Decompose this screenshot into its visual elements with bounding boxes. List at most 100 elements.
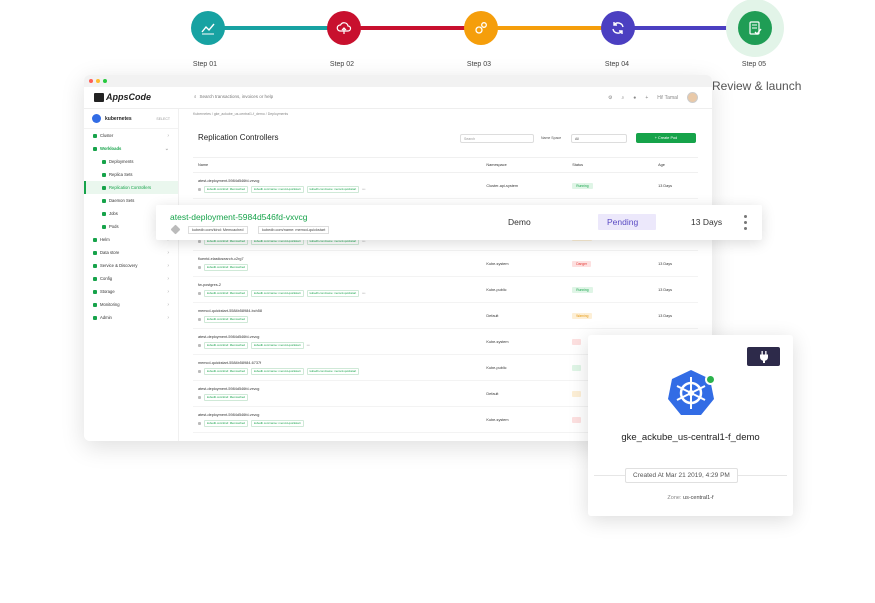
step-5-label: Step 05	[741, 61, 767, 68]
row-name[interactable]: atest-deployment-5984d546fd-vxvcg	[198, 387, 486, 391]
sidebar-item[interactable]: Monitoring ›	[84, 298, 178, 311]
col-status-header[interactable]: Status	[572, 163, 658, 167]
row-name[interactable]: memcd-quickstart-5584b58984-6737f	[198, 361, 486, 365]
global-search[interactable]: ⌕ Search transactions, invoices or help	[194, 94, 273, 99]
sidebar-item-label: Deployments	[109, 159, 134, 164]
avatar[interactable]	[687, 92, 698, 103]
step-5[interactable]	[738, 11, 772, 45]
step-2[interactable]	[327, 11, 361, 45]
sidebar-item-label: Cluster	[100, 133, 114, 138]
row-age: 13 Days	[658, 261, 673, 266]
sidebar-item-icon	[93, 250, 97, 255]
row-namespace: Kube-system	[486, 261, 509, 266]
sidebar-item-icon	[93, 276, 97, 281]
row-tag: kubedb.com/name: memcd-quickstart	[250, 341, 304, 349]
row-status-cell: Running	[572, 286, 658, 293]
sidebar-item[interactable]: Config ›	[84, 272, 178, 285]
row-tag: kubedb.com/kind: Memcached	[204, 185, 248, 193]
row-tag: kubedb.com/name: memcd-quickstart	[306, 367, 360, 375]
row-name[interactable]: fluentd-elasticsearch-c2rg7	[198, 257, 486, 261]
row-name[interactable]: fw-postgres-2	[198, 283, 486, 287]
row-tags: kubedb.com/kind: Memcached kubedb.com/nam…	[198, 367, 486, 375]
settings-icon[interactable]: ⚙	[608, 95, 612, 101]
sidebar-title: kubernetes	[105, 115, 132, 122]
add-icon[interactable]: +	[645, 95, 648, 101]
chevron-icon: ⌄	[164, 145, 169, 152]
namespace-select[interactable]: All	[571, 134, 627, 143]
row-tag: kubedb.com/name: memcd-quickstart	[306, 185, 360, 193]
sidebar-item[interactable]: Storage ›	[84, 285, 178, 298]
step-3[interactable]	[464, 11, 498, 45]
table-header: Name Namespace Status Age	[193, 158, 698, 173]
row-name-cell: atest-deployment-5984d546fd-vxvcg kubedb.…	[193, 387, 486, 401]
status-badge: Running	[572, 286, 593, 293]
zone-label: Zone:	[667, 495, 682, 501]
col-namespace-header[interactable]: Namespace	[486, 163, 572, 167]
maximize-window-dot[interactable]	[103, 79, 107, 83]
connect-button[interactable]	[747, 347, 780, 366]
sidebar-item-label: Admin	[100, 315, 112, 320]
sidebar-item[interactable]: Cluster ›	[84, 129, 178, 142]
sidebar-item[interactable]: Admin ›	[84, 311, 178, 324]
row-tag: kubedb.com/kind: Memcached	[204, 419, 248, 427]
online-status-dot	[705, 374, 716, 385]
row-tag: kubedb.com/name: memcd-quickstart	[250, 367, 304, 375]
sidebar: kubernetes SELECT Cluster › Workloads ⌄ Depl…	[84, 109, 179, 441]
row-name[interactable]: atest-deployment-5984d546fd-vxvcg	[198, 179, 486, 183]
col-name-header[interactable]: Name	[193, 163, 486, 167]
logo-icon	[94, 92, 104, 102]
user-greeting[interactable]: Hi! Tamal	[657, 95, 678, 101]
breadcrumb[interactable]: Kubernetes / gke_ackube_us-central1-f_de…	[193, 112, 698, 116]
chart-line-icon	[201, 23, 215, 35]
sidebar-item-label: Replica Sets	[109, 172, 133, 177]
step-4[interactable]	[601, 11, 635, 45]
sidebar-item[interactable]: Data store ›	[84, 246, 178, 259]
highlight-row-name[interactable]: atest-deployment-5984d546fd-vxvcg	[170, 212, 308, 222]
row-tag: kubedb.com/kind: Memcached	[204, 263, 248, 271]
appscode-logo[interactable]: AppsCode	[94, 92, 151, 102]
row-name[interactable]: atest-deployment-5984d546fd-vxvcg	[198, 413, 486, 417]
table-row[interactable]: atest-deployment-5984d546fd-vxvcg kubedb.…	[193, 173, 698, 199]
row-tags: kubedb.com/kind: Memcached	[198, 263, 486, 271]
table-row[interactable]: fluentd-elasticsearch-c2rg7 kubedb.com/ki…	[193, 251, 698, 277]
cluster-card[interactable]: gke_ackube_us-central1-f_demo Created At…	[588, 335, 793, 516]
chevron-icon: ›	[167, 314, 169, 321]
row-name[interactable]: atest-deployment-5984d546fd-vxvcg	[198, 335, 486, 339]
gears-icon	[475, 22, 487, 34]
table-row[interactable]: memcd-quickstart-5584b58984-bch58 kubedb.…	[193, 303, 698, 329]
tag-icon	[198, 395, 201, 399]
sidebar-item[interactable]: Service & Discovery ›	[84, 259, 178, 272]
sidebar-item[interactable]: Deployments	[84, 155, 178, 168]
panel-search-input[interactable]: Search	[460, 134, 534, 143]
zoom-icon[interactable]: ⌕	[621, 95, 624, 101]
step-1[interactable]	[191, 11, 225, 45]
more-tags-icon[interactable]: •••	[362, 291, 365, 295]
row-name[interactable]: memcd-quickstart-5584b58984-bch58	[198, 309, 486, 313]
create-pod-button[interactable]: + Create Pod	[636, 133, 696, 143]
panel-header: Replication Controllers Search Name Spac…	[193, 122, 698, 158]
sidebar-item[interactable]: Workloads ⌄	[84, 142, 178, 155]
more-vertical-icon[interactable]	[744, 215, 747, 230]
sidebar-item[interactable]: Replica Sets	[84, 168, 178, 181]
status-badge	[572, 338, 582, 345]
row-status-cell: Warning	[572, 312, 658, 319]
sidebar-item[interactable]: Replication Controllers	[84, 181, 178, 194]
table-row[interactable]: fw-postgres-2 kubedb.com/kind: Memcached k…	[193, 277, 698, 303]
row-name-cell: fw-postgres-2 kubedb.com/kind: Memcached k…	[193, 283, 486, 297]
sidebar-version: SELECT	[156, 116, 170, 121]
highlighted-table-row[interactable]: atest-deployment-5984d546fd-vxvcg kubedb…	[156, 205, 762, 240]
row-tags: kubedb.com/kind: Memcached kubedb.com/nam…	[198, 341, 486, 349]
row-tag: kubedb.com/name: memcd-quickstart	[250, 185, 304, 193]
col-age-header[interactable]: Age	[658, 163, 698, 167]
row-tags: kubedb.com/kind: Memcached	[198, 315, 486, 323]
more-tags-icon[interactable]: •••	[362, 187, 365, 191]
notification-icon[interactable]: ●	[633, 95, 636, 101]
minimize-window-dot[interactable]	[96, 79, 100, 83]
close-window-dot[interactable]	[89, 79, 93, 83]
sidebar-item-icon	[93, 302, 97, 307]
row-age: 13 Days	[658, 287, 673, 292]
tag-icon	[198, 317, 201, 321]
more-tags-icon[interactable]: •••	[307, 343, 310, 347]
status-badge: Warning	[572, 312, 593, 319]
sidebar-header[interactable]: kubernetes SELECT	[84, 109, 178, 129]
